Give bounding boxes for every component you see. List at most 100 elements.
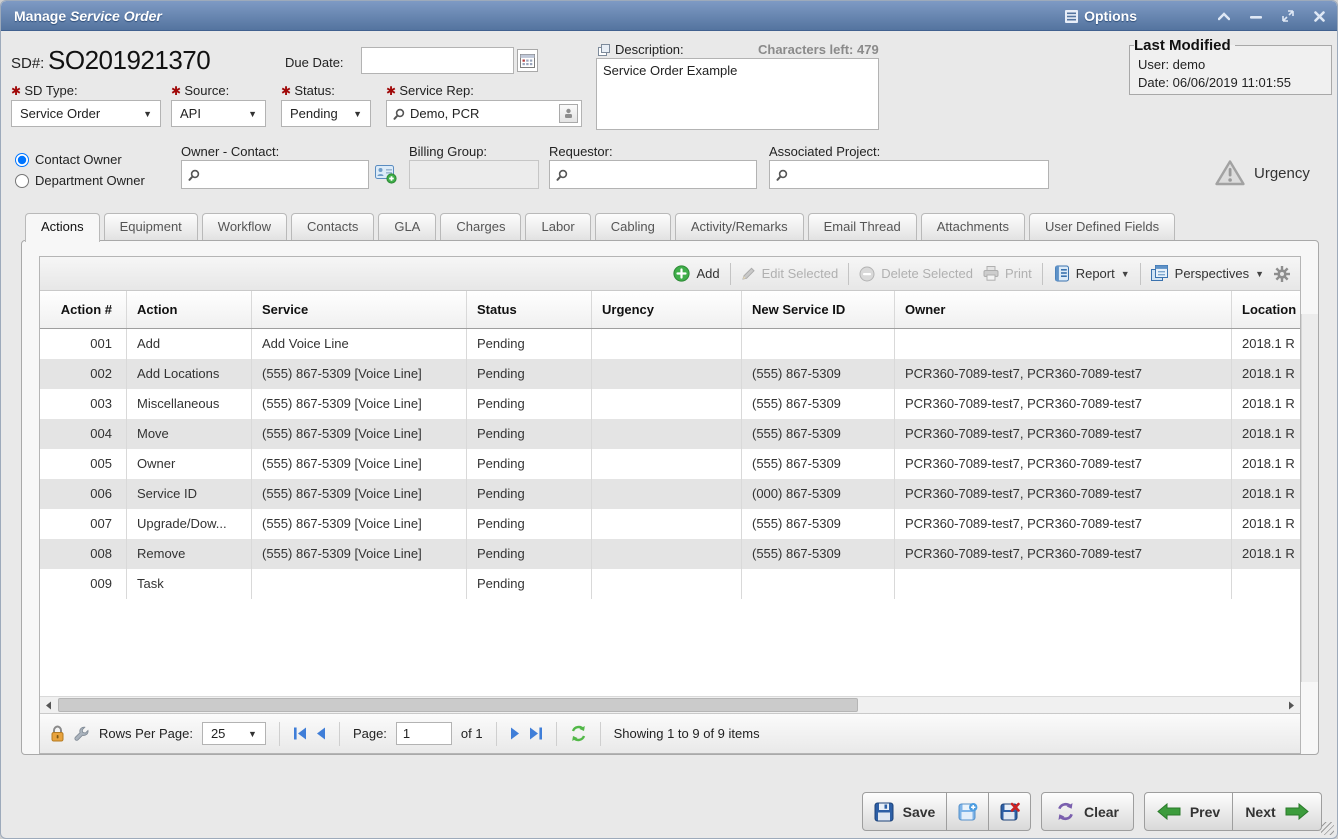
save-and-new-button[interactable]: [947, 792, 989, 831]
department-owner-radio-input[interactable]: [15, 174, 29, 188]
minimize-button[interactable]: [1250, 12, 1262, 21]
contact-owner-label: Contact Owner: [35, 152, 122, 167]
tab-charges[interactable]: Charges: [440, 213, 521, 240]
window-resize-handle[interactable]: [1321, 822, 1334, 835]
collapse-button[interactable]: [1218, 12, 1230, 21]
associated-project-field[interactable]: [769, 160, 1049, 189]
grid-settings-button[interactable]: [1274, 266, 1290, 282]
column-header[interactable]: Urgency: [592, 291, 742, 328]
next-button[interactable]: Next: [1233, 792, 1322, 831]
column-header[interactable]: Service: [252, 291, 467, 328]
scroll-left-arrow[interactable]: [40, 697, 57, 713]
requestor-field[interactable]: [549, 160, 757, 189]
add-icon: [673, 265, 690, 282]
table-cell: Pending: [467, 359, 592, 389]
service-rep-detail-button[interactable]: [559, 104, 578, 123]
rows-per-page-value: 25: [211, 726, 225, 741]
table-row[interactable]: 005Owner(555) 867-5309 [Voice Line]Pendi…: [40, 449, 1301, 479]
pager-separator: [279, 722, 280, 746]
close-button[interactable]: [1314, 11, 1325, 22]
save-button[interactable]: Save: [862, 792, 947, 831]
prev-button[interactable]: Prev: [1144, 792, 1233, 831]
page-number-input[interactable]: [396, 722, 452, 745]
previous-page-button[interactable]: [316, 727, 326, 740]
column-header[interactable]: Action #: [40, 291, 127, 328]
due-date-input[interactable]: [361, 47, 514, 74]
horizontal-scrollbar[interactable]: [40, 696, 1300, 713]
tab-contacts[interactable]: Contacts: [291, 213, 374, 240]
clear-refresh-icon: [1056, 802, 1075, 821]
description-textarea[interactable]: Service Order Example: [596, 58, 879, 130]
status-value: Pending: [290, 106, 338, 121]
contact-owner-radio[interactable]: Contact Owner: [15, 152, 122, 167]
arrow-left-icon: [1157, 803, 1181, 820]
refresh-icon[interactable]: [570, 725, 587, 742]
calendar-icon[interactable]: [517, 49, 538, 72]
tab-labor[interactable]: Labor: [525, 213, 590, 240]
tab-gla[interactable]: GLA: [378, 213, 436, 240]
lock-columns-icon[interactable]: [50, 725, 65, 742]
column-header[interactable]: Status: [467, 291, 592, 328]
contact-owner-radio-input[interactable]: [15, 153, 29, 167]
table-cell: Move: [127, 419, 252, 449]
popout-button[interactable]: [1282, 10, 1294, 22]
column-header[interactable]: New Service ID: [742, 291, 895, 328]
table-cell: [742, 329, 895, 359]
report-button[interactable]: Report ▼: [1053, 265, 1130, 282]
wrench-settings-icon[interactable]: [74, 726, 90, 742]
column-header[interactable]: Location: [1232, 291, 1301, 328]
print-label: Print: [1005, 266, 1032, 281]
tab-actions[interactable]: Actions: [25, 213, 100, 242]
tab-cabling[interactable]: Cabling: [595, 213, 671, 240]
add-contact-icon[interactable]: [375, 164, 397, 189]
perspectives-button[interactable]: Perspectives ▼: [1151, 265, 1264, 282]
add-button[interactable]: Add: [673, 265, 719, 282]
table-row[interactable]: 006Service ID(555) 867-5309 [Voice Line]…: [40, 479, 1301, 509]
department-owner-radio[interactable]: Department Owner: [15, 173, 145, 188]
table-cell: (555) 867-5309: [742, 539, 895, 569]
table-cell: 002: [40, 359, 127, 389]
tab-activity-remarks[interactable]: Activity/Remarks: [675, 213, 804, 240]
table-cell: 2018.1 R: [1232, 389, 1301, 419]
service-rep-value: Demo, PCR: [410, 106, 479, 121]
tab-attachments[interactable]: Attachments: [921, 213, 1025, 240]
table-cell: Miscellaneous: [127, 389, 252, 419]
clear-button[interactable]: Clear: [1041, 792, 1134, 831]
edit-selected-button[interactable]: Edit Selected: [741, 266, 839, 281]
scroll-right-arrow[interactable]: [1283, 697, 1300, 713]
sd-type-select[interactable]: Service Order▼: [11, 100, 161, 127]
table-row[interactable]: 001AddAdd Voice LinePending2018.1 R: [40, 329, 1301, 359]
tab-user-defined-fields[interactable]: User Defined Fields: [1029, 213, 1175, 240]
vertical-scrollbar[interactable]: [1301, 314, 1318, 682]
search-icon: [188, 169, 200, 181]
grid-toolbar: Add Edit Selected Delete Selected Print: [40, 257, 1300, 291]
table-row[interactable]: 003Miscellaneous(555) 867-5309 [Voice Li…: [40, 389, 1301, 419]
table-cell: Task: [127, 569, 252, 599]
next-page-button[interactable]: [510, 727, 520, 740]
showing-items-status: Showing 1 to 9 of 9 items: [614, 726, 760, 741]
delete-selected-button[interactable]: Delete Selected: [859, 266, 973, 282]
table-row[interactable]: 008Remove(555) 867-5309 [Voice Line]Pend…: [40, 539, 1301, 569]
column-header[interactable]: Action: [127, 291, 252, 328]
service-rep-field[interactable]: Demo, PCR: [386, 100, 582, 127]
options-button[interactable]: Options: [1065, 1, 1137, 31]
last-page-button[interactable]: [529, 727, 543, 740]
rows-per-page-select[interactable]: 25▼: [202, 722, 266, 745]
column-header[interactable]: Owner: [895, 291, 1232, 328]
source-select[interactable]: API▼: [171, 100, 266, 127]
tab-strip: ActionsEquipmentWorkflowContactsGLACharg…: [25, 213, 1175, 242]
save-and-close-button[interactable]: [989, 792, 1031, 831]
print-button[interactable]: Print: [983, 266, 1032, 281]
table-row[interactable]: 002Add Locations(555) 867-5309 [Voice Li…: [40, 359, 1301, 389]
tab-workflow[interactable]: Workflow: [202, 213, 287, 240]
owner-contact-field[interactable]: [181, 160, 369, 189]
status-select[interactable]: Pending▼: [281, 100, 371, 127]
table-row[interactable]: 009TaskPending: [40, 569, 1301, 599]
horizontal-scrollbar-thumb[interactable]: [58, 698, 858, 712]
table-row[interactable]: 004Move(555) 867-5309 [Voice Line]Pendin…: [40, 419, 1301, 449]
first-page-button[interactable]: [293, 727, 307, 740]
table-cell: [592, 449, 742, 479]
table-row[interactable]: 007Upgrade/Dow...(555) 867-5309 [Voice L…: [40, 509, 1301, 539]
tab-email-thread[interactable]: Email Thread: [808, 213, 917, 240]
tab-equipment[interactable]: Equipment: [104, 213, 198, 240]
